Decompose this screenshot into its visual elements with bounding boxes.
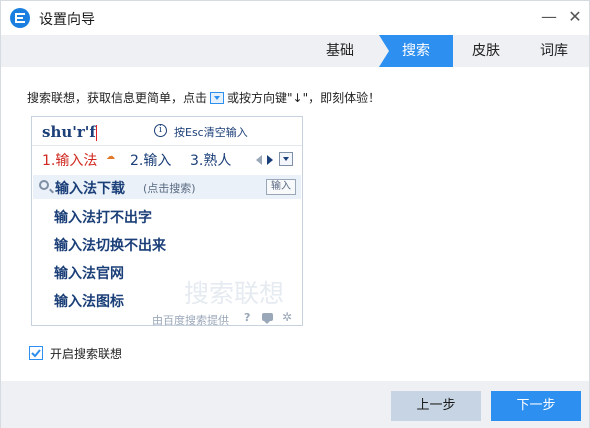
step-skin[interactable]: 皮肤 (453, 35, 519, 67)
step-basic[interactable]: 基础 (301, 35, 379, 67)
step-dictionary[interactable]: 词库 (519, 35, 589, 67)
hint-text-before: 搜索联想，获取信息更简单，点击 (27, 91, 208, 105)
watermark-text: 搜索联想 (184, 279, 285, 308)
title-bar: 设置向导 — ✕ (1, 1, 589, 35)
ime-preview-panel: shu'r'f i 按Esc清空输入 1.输入法 ☁ 2.输入 3.熟人 输入法… (31, 116, 303, 327)
info-icon: i (154, 124, 167, 137)
suggestion-item[interactable]: 输入法图标 (54, 291, 124, 311)
step-arrow-left-icon (379, 35, 389, 67)
candidate-1[interactable]: 1.输入法 (42, 150, 97, 170)
gear-icon[interactable]: ✲ (282, 310, 292, 324)
composition-text: shu'r'f (42, 123, 96, 141)
page-right-icon[interactable] (267, 155, 273, 165)
cloud-icon: ☁ (106, 152, 115, 162)
composition-divider (32, 145, 302, 146)
suggestion-item[interactable]: 输入法打不出字 (54, 207, 152, 227)
provider-text: 由百度搜索提供 (152, 314, 229, 327)
wizard-step-bar: 基础 搜索 皮肤 词库 (1, 35, 589, 67)
feedback-icon[interactable] (262, 313, 273, 324)
suggestion-item[interactable]: 输入法切换不出来 (54, 235, 166, 255)
page-left-icon[interactable] (256, 155, 262, 165)
search-icon (39, 180, 49, 190)
candidate-2[interactable]: 2.输入 (130, 150, 171, 170)
step-search[interactable]: 搜索 (379, 35, 453, 67)
search-suggestion-text: 输入法下载 (55, 181, 125, 197)
suggestion-item[interactable]: 输入法官网 (54, 263, 124, 283)
hint-text-after: 或按方向键"↓"，即刻体验！ (227, 91, 381, 105)
expand-candidates-button[interactable] (279, 152, 293, 166)
search-click-hint: (点击搜索) (143, 182, 196, 195)
setup-wizard-window: 设置向导 — ✕ 基础 搜索 皮肤 词库 搜索联想，获取信息更简单，点击 或按方向… (0, 0, 590, 428)
checkmark-icon (31, 349, 41, 358)
enable-search-suggest-checkbox[interactable] (29, 346, 43, 360)
search-suggestion-row[interactable]: 输入法下载 (点击搜索) 输入 (33, 175, 301, 199)
dropdown-arrow-icon (210, 92, 225, 104)
previous-step-button[interactable]: 上一步 (391, 391, 481, 421)
step-arrow-right-icon (443, 35, 453, 67)
text-caret (96, 125, 97, 141)
enable-search-suggest-label[interactable]: 开启搜索联想 (50, 345, 122, 362)
close-button[interactable]: ✕ (565, 7, 585, 27)
next-step-button[interactable]: 下一步 (491, 391, 581, 421)
minimize-button[interactable]: — (539, 7, 559, 27)
search-hint-text: 搜索联想，获取信息更简单，点击 或按方向键"↓"，即刻体验！ (27, 89, 380, 106)
enter-key-badge: 输入 (266, 179, 296, 195)
window-title: 设置向导 (39, 12, 95, 28)
esc-clear-hint: 按Esc清空输入 (174, 126, 248, 139)
help-icon[interactable]: ? (244, 311, 250, 324)
app-logo-icon (10, 8, 30, 28)
candidate-3[interactable]: 3.熟人 (190, 150, 231, 170)
